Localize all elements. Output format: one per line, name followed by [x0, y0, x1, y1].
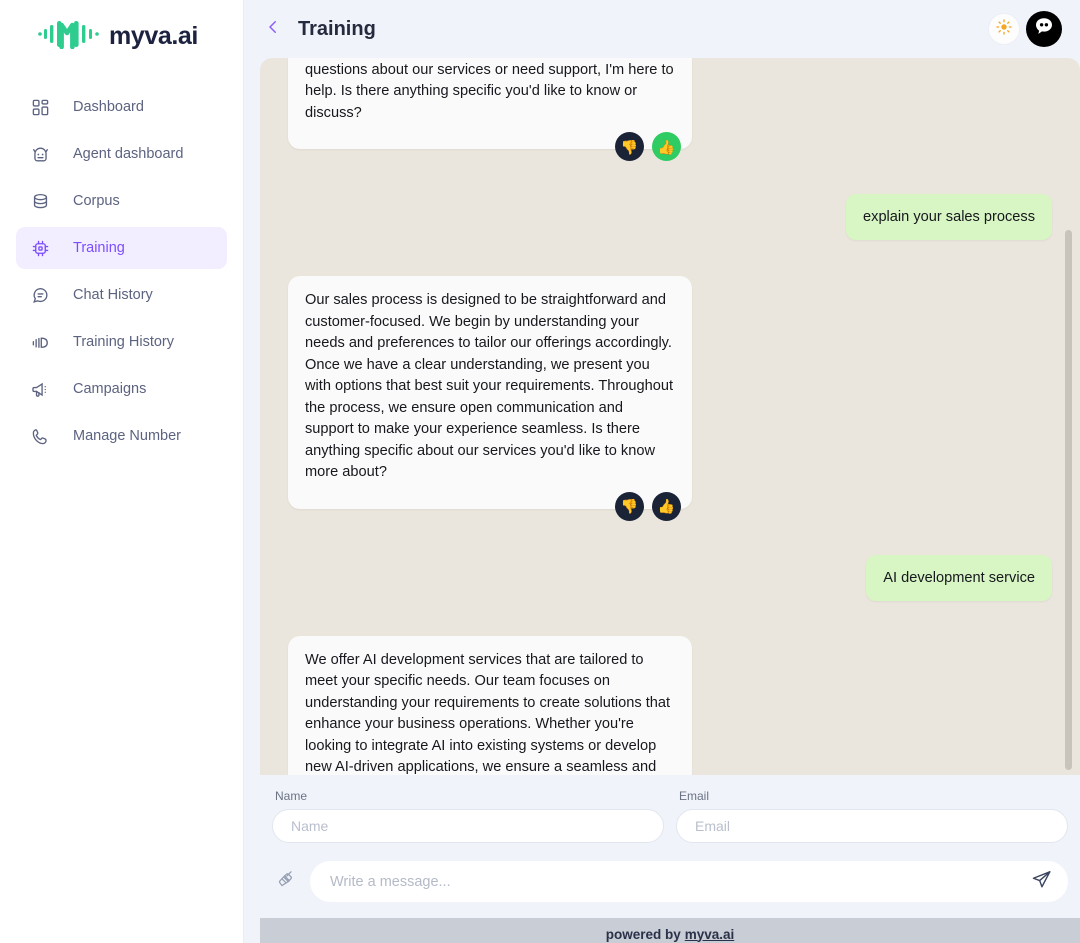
sidebar-item-chat-history[interactable]: Chat History	[16, 274, 227, 316]
back-button[interactable]	[260, 16, 286, 42]
bot-message-text: Our sales process is designed to be stra…	[305, 292, 674, 480]
powered-by-bar: powered by myva.ai	[260, 918, 1080, 943]
chip-cpu-icon	[30, 238, 51, 259]
powered-by-text: powered by	[605, 926, 681, 942]
sidebar-item-label: Manage Number	[73, 428, 181, 444]
sidebar-item-label: Corpus	[73, 193, 120, 209]
brand-name: myva.ai	[109, 21, 198, 50]
email-label: Email	[679, 789, 710, 803]
database-icon	[30, 191, 51, 212]
email-input[interactable]	[676, 809, 1068, 843]
name-input[interactable]	[272, 809, 664, 843]
message-row-user: explain your sales process	[288, 194, 1052, 240]
contact-form-area: Name Email	[260, 775, 1080, 943]
clear-chat-button[interactable]	[272, 867, 302, 897]
top-bar: Training	[244, 0, 1080, 58]
send-button[interactable]	[1028, 869, 1054, 895]
name-field-group: Name	[272, 789, 664, 843]
sidebar-item-campaigns[interactable]: Campaigns	[16, 368, 227, 410]
chevron-left-icon	[264, 18, 282, 41]
sidebar-item-corpus[interactable]: Corpus	[16, 180, 227, 222]
message-row-user: AI development service	[288, 554, 1052, 601]
sidebar-item-manage-number[interactable]: Manage Number	[16, 415, 227, 457]
message-row-bot: Hello! How can I assist you today? Wheth…	[288, 58, 1052, 161]
sun-icon	[995, 18, 1013, 41]
powered-by-link[interactable]: myva.ai	[685, 927, 735, 942]
chat-message-list[interactable]: Hello! How can I assist you today? Wheth…	[260, 58, 1080, 775]
sidebar: myva.ai Dashboard Agent dashboard Corpus…	[0, 0, 244, 943]
user-message-bubble: AI development service	[866, 554, 1052, 601]
thumbs-down-button[interactable]: 👎	[615, 491, 644, 521]
send-paper-plane-icon	[1031, 869, 1052, 895]
page-title: Training	[298, 17, 376, 40]
thumbs-up-button[interactable]: 👍	[652, 132, 681, 161]
feedback-buttons: 👎 👍	[305, 491, 681, 521]
contact-fields-row: Name Email	[272, 789, 1068, 843]
sidebar-item-label: Campaigns	[73, 381, 147, 397]
chat-bubble-icon	[30, 285, 51, 306]
chat-scrollbar-thumb[interactable]	[1065, 230, 1072, 770]
megaphone-icon	[30, 379, 51, 400]
bot-message-text: We offer AI development services that ar…	[305, 651, 671, 776]
thumbs-down-icon: 👎	[620, 498, 639, 514]
broom-icon	[277, 869, 297, 894]
bot-message-bubble: Our sales process is designed to be stra…	[288, 276, 692, 521]
user-message-bubble: explain your sales process	[846, 194, 1052, 240]
sidebar-item-label: Agent dashboard	[73, 146, 184, 162]
robot-head-icon	[30, 144, 51, 165]
message-input[interactable]	[330, 873, 1028, 890]
sidebar-item-dashboard[interactable]: Dashboard	[16, 86, 227, 128]
theme-toggle-button[interactable]	[988, 13, 1020, 45]
grid-dashboard-icon	[30, 97, 51, 118]
bot-avatar[interactable]	[1026, 11, 1062, 47]
app-root: myva.ai Dashboard Agent dashboard Corpus…	[0, 0, 1080, 943]
thumbs-down-button[interactable]: 👎	[615, 132, 644, 161]
compose-row	[272, 861, 1068, 902]
phone-icon	[30, 426, 51, 447]
sidebar-nav: Dashboard Agent dashboard Corpus Trainin…	[0, 86, 243, 457]
sidebar-item-agent-dashboard[interactable]: Agent dashboard	[16, 133, 227, 175]
email-field-group: Email	[676, 789, 1068, 843]
bot-message-text: Hello! How can I assist you today? Wheth…	[305, 61, 674, 121]
thumbs-down-icon: 👎	[620, 138, 639, 155]
sidebar-item-training-history[interactable]: Training History	[16, 321, 227, 363]
waveform-m-logo-icon	[38, 19, 100, 54]
brand-logo[interactable]: myva.ai	[0, 0, 243, 56]
chat-widget-card: Hello! How can I assist you today? Wheth…	[260, 58, 1080, 943]
sidebar-item-label: Training	[73, 240, 125, 256]
sidebar-item-training[interactable]: Training	[16, 227, 227, 269]
sidebar-item-label: Dashboard	[73, 99, 144, 115]
message-row-bot: We offer AI development services that ar…	[288, 635, 1052, 776]
message-row-bot: Our sales process is designed to be stra…	[288, 276, 1052, 521]
sidebar-item-label: Chat History	[73, 287, 153, 303]
sidebar-item-label: Training History	[73, 334, 174, 350]
message-compose-box[interactable]	[310, 861, 1068, 902]
bot-message-bubble: We offer AI development services that ar…	[288, 635, 692, 776]
thumbs-up-icon: 👍	[657, 498, 676, 514]
bot-message-bubble: Hello! How can I assist you today? Wheth…	[288, 58, 692, 161]
bar-wave-icon	[30, 332, 51, 353]
thumbs-up-icon: 👍	[657, 138, 676, 155]
feedback-buttons: 👎 👍	[305, 132, 681, 161]
thumbs-up-button[interactable]: 👍	[652, 491, 681, 521]
bot-avatar-icon	[1032, 15, 1056, 44]
main-content: Training questions about our services or…	[244, 0, 1080, 943]
name-label: Name	[275, 789, 308, 803]
